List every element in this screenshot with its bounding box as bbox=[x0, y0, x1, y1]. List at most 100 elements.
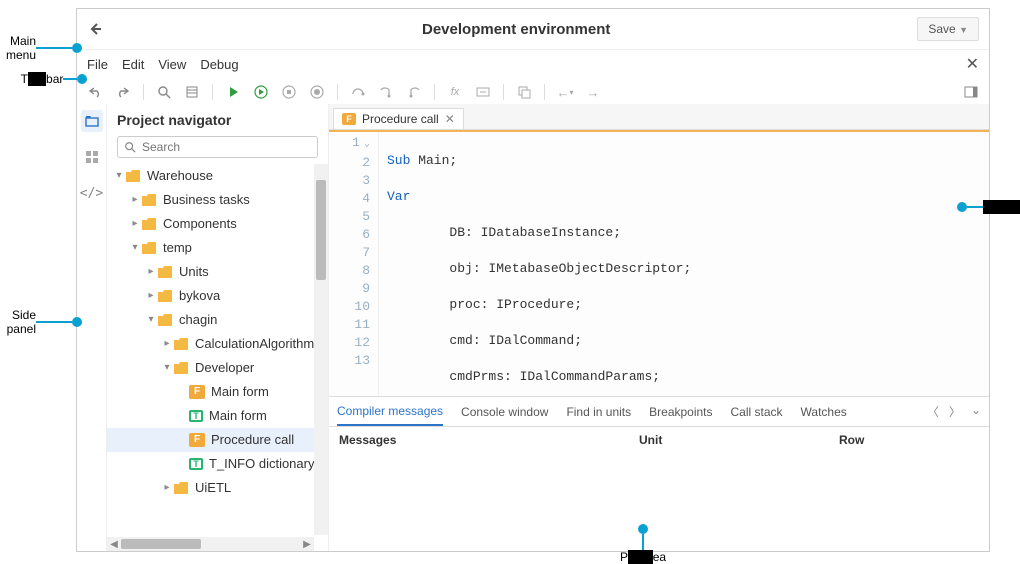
tree-label: Warehouse bbox=[147, 164, 213, 188]
panel-toggle-icon[interactable] bbox=[963, 84, 979, 100]
tree-label: CalculationAlgorithm bbox=[195, 332, 314, 356]
tree-item-main-form-f[interactable]: FMain form bbox=[107, 380, 328, 404]
toolbar-separator bbox=[503, 84, 504, 100]
col-messages: Messages bbox=[339, 433, 639, 447]
tree-label: Main form bbox=[211, 380, 269, 404]
project-navigator: Project navigator ▾Warehouse ▸Business t… bbox=[107, 104, 329, 551]
tree-label: Procedure call bbox=[211, 428, 294, 452]
tree-item-bykova[interactable]: ▸bykova bbox=[107, 284, 328, 308]
sidetab-grid-icon[interactable] bbox=[81, 146, 103, 168]
search-icon[interactable] bbox=[156, 84, 172, 100]
tree-item-units[interactable]: ▸Units bbox=[107, 260, 328, 284]
save-label: Save bbox=[928, 22, 955, 36]
tree-label: UiETL bbox=[195, 476, 231, 500]
form-icon: F bbox=[342, 113, 356, 125]
menu-file[interactable]: File bbox=[87, 57, 108, 72]
panel-tab-callstack[interactable]: Call stack bbox=[731, 399, 783, 425]
step-out-icon[interactable] bbox=[406, 84, 422, 100]
tree-label: Business tasks bbox=[163, 188, 250, 212]
main-menu: File Edit View Debug ✕ bbox=[77, 50, 989, 80]
panel-tab-compiler[interactable]: Compiler messages bbox=[337, 398, 443, 426]
tree-label: Units bbox=[179, 260, 209, 284]
search-input[interactable] bbox=[142, 140, 311, 154]
toolbar: fx ← ▾ → bbox=[77, 80, 989, 104]
tree-label: T_INFO dictionary bbox=[209, 452, 314, 476]
tree-item-procedure-call[interactable]: FProcedure call bbox=[107, 428, 328, 452]
callout-toolbar: Toolbar bbox=[0, 72, 87, 86]
panel-columns: Messages Unit Row bbox=[329, 427, 989, 453]
title-bar: Development environment Save ▼ bbox=[77, 9, 989, 50]
run-alt-icon[interactable] bbox=[253, 84, 269, 100]
project-tree: ▾Warehouse ▸Business tasks ▸Components ▾… bbox=[107, 164, 328, 500]
editor-tab-bar: F Procedure call ✕ bbox=[329, 104, 989, 130]
tree-item-components[interactable]: ▸Components bbox=[107, 212, 328, 236]
panel-tab-watches[interactable]: Watches bbox=[801, 399, 847, 425]
navigator-vertical-scrollbar[interactable] bbox=[314, 164, 328, 535]
tab-label: Procedure call bbox=[362, 112, 439, 126]
tree-item-main-form-t[interactable]: TMain form bbox=[107, 404, 328, 428]
fx-icon[interactable]: fx bbox=[447, 84, 463, 100]
evaluate-icon[interactable] bbox=[475, 84, 491, 100]
navigator-title: Project navigator bbox=[107, 104, 328, 136]
line-gutter: 1⌄ 234 567 8910 111213 bbox=[329, 132, 379, 396]
list-icon[interactable] bbox=[184, 84, 200, 100]
toolbar-separator bbox=[434, 84, 435, 100]
search-input-wrapper[interactable] bbox=[117, 136, 318, 158]
editor-area: F Procedure call ✕ 1⌄ 234 567 8910 11121… bbox=[329, 104, 989, 551]
chevron-down-icon: ▼ bbox=[959, 25, 968, 35]
nav-forward-icon[interactable]: → bbox=[585, 84, 601, 100]
tree-label: bykova bbox=[179, 284, 220, 308]
panel-collapse-icon[interactable]: ⌄ bbox=[971, 403, 981, 420]
save-button[interactable]: Save ▼ bbox=[917, 17, 979, 41]
callout-side-panel: Side panel bbox=[0, 308, 82, 336]
tree-label: Developer bbox=[195, 356, 254, 380]
tree-item-business-tasks[interactable]: ▸Business tasks bbox=[107, 188, 328, 212]
tree-item-uietl[interactable]: ▸UiETL bbox=[107, 476, 328, 500]
tree-item-developer[interactable]: ▾Developer bbox=[107, 356, 328, 380]
copy-icon[interactable] bbox=[516, 84, 532, 100]
panel-tab-console[interactable]: Console window bbox=[461, 399, 548, 425]
menu-view[interactable]: View bbox=[158, 57, 186, 72]
step-over-icon[interactable] bbox=[350, 84, 366, 100]
redo-icon[interactable] bbox=[115, 84, 131, 100]
sidetab-project-icon[interactable] bbox=[81, 110, 103, 132]
panel-nav-next-icon[interactable]: 〉 bbox=[949, 403, 961, 420]
panel-nav-prev-icon[interactable]: 〈 bbox=[927, 403, 939, 420]
run-icon[interactable] bbox=[225, 84, 241, 100]
tree-item-warehouse[interactable]: ▾Warehouse bbox=[107, 164, 328, 188]
code-editor[interactable]: 1⌄ 234 567 8910 111213 Sub Main; Var DB:… bbox=[329, 130, 989, 396]
back-arrow-icon[interactable] bbox=[87, 21, 103, 37]
sidetab-code-icon[interactable]: </> bbox=[81, 182, 103, 204]
code-lines[interactable]: Sub Main; Var DB: IDatabaseInstance; obj… bbox=[379, 132, 989, 396]
toolbar-separator bbox=[337, 84, 338, 100]
callout-main-menu: Main menu bbox=[0, 34, 82, 62]
navigator-horizontal-scrollbar[interactable]: ◀▶ bbox=[107, 537, 314, 551]
tree-item-temp[interactable]: ▾temp bbox=[107, 236, 328, 260]
menu-edit[interactable]: Edit bbox=[122, 57, 144, 72]
tree-item-t-info[interactable]: TT_INFO dictionary bbox=[107, 452, 328, 476]
panel-tab-find[interactable]: Find in units bbox=[566, 399, 631, 425]
callout-panel-area: Panelea bbox=[620, 524, 666, 564]
editor-tab-procedure-call[interactable]: F Procedure call ✕ bbox=[333, 108, 464, 129]
col-unit: Unit bbox=[639, 433, 839, 447]
toolbar-separator bbox=[544, 84, 545, 100]
search-icon bbox=[124, 141, 136, 153]
undo-icon[interactable] bbox=[87, 84, 103, 100]
tree-label: Components bbox=[163, 212, 237, 236]
panel-tab-bar: Compiler messages Console window Find in… bbox=[329, 397, 989, 427]
toolbar-separator bbox=[212, 84, 213, 100]
record-icon[interactable] bbox=[309, 84, 325, 100]
window-title: Development environment bbox=[115, 21, 917, 38]
nav-back-icon[interactable]: ← ▾ bbox=[557, 84, 573, 100]
step-into-icon[interactable] bbox=[378, 84, 394, 100]
stop-icon[interactable] bbox=[281, 84, 297, 100]
close-icon[interactable]: ✕ bbox=[966, 54, 979, 74]
tree-label: temp bbox=[163, 236, 192, 260]
tree-item-calc-alg[interactable]: ▸CalculationAlgorithm bbox=[107, 332, 328, 356]
tab-close-icon[interactable]: ✕ bbox=[445, 112, 455, 126]
callout-debug-area: Debug bbox=[957, 200, 1020, 214]
panel-tab-breakpoints[interactable]: Breakpoints bbox=[649, 399, 712, 425]
tree-item-chagin[interactable]: ▾chagin bbox=[107, 308, 328, 332]
col-row: Row bbox=[839, 433, 979, 447]
menu-debug[interactable]: Debug bbox=[200, 57, 238, 72]
